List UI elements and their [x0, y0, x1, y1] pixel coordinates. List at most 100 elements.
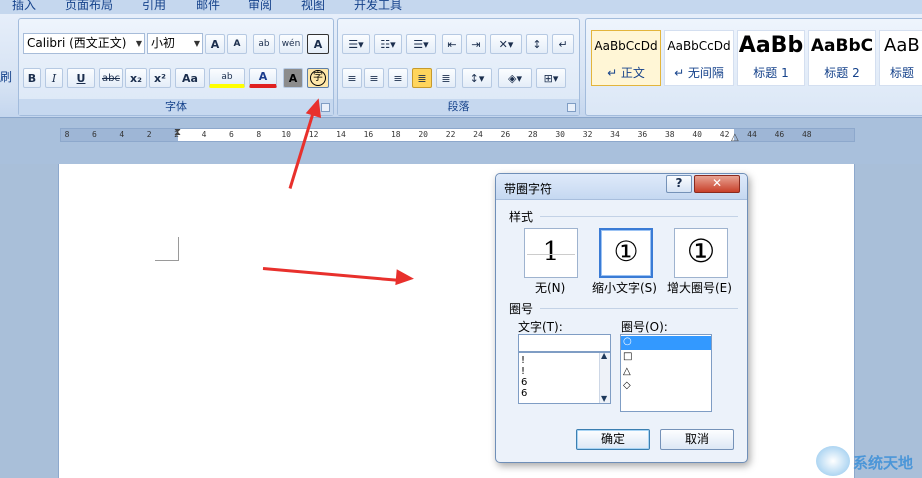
close-button[interactable]: ✕	[694, 175, 740, 193]
align-right-button[interactable]: ≡	[388, 68, 408, 88]
char-shading-button[interactable]: A	[283, 68, 303, 88]
shrink-font-button[interactable]: A	[227, 34, 247, 54]
style-heading-2[interactable]: AaBbC 标题 2	[808, 30, 876, 86]
horizontal-ruler[interactable]: 8 6 4 2 2 4 6 8 10 12 14 16 18 20 22 24 26 28 30 32 34 36 38 40…	[60, 127, 855, 143]
tab-review[interactable]: 审阅	[248, 0, 272, 13]
option-enlarge-preview[interactable]: ①	[674, 228, 728, 278]
ruler-tick-label: 44	[747, 130, 757, 139]
justify-button[interactable]: ≣	[412, 68, 432, 88]
bullets-button[interactable]: ☰▾	[342, 34, 370, 54]
list-item[interactable]: □	[623, 351, 632, 362]
change-case-button[interactable]: Aa	[175, 68, 205, 88]
style-heading-1[interactable]: AaBb 标题 1	[737, 30, 805, 86]
paragraph-dialog-launcher[interactable]	[567, 103, 576, 112]
tab-references[interactable]: 引用	[142, 0, 166, 13]
tab-view[interactable]: 视图	[301, 0, 325, 13]
list-item[interactable]: ◇	[623, 380, 631, 391]
ruler-tick-label: 20	[418, 130, 429, 139]
scrollbar[interactable]: ▲ ▼	[599, 351, 610, 403]
option-shrink-preview[interactable]: ①	[599, 228, 653, 278]
decrease-indent-button[interactable]: ⇤	[442, 34, 462, 54]
show-marks-button[interactable]: ↵	[552, 34, 574, 54]
help-button[interactable]: ?	[666, 175, 692, 193]
tab-developer[interactable]: 开发工具	[354, 0, 402, 13]
tab-mailings[interactable]: 邮件	[196, 0, 220, 13]
strikethrough-button[interactable]: abc	[99, 68, 123, 88]
style-normal[interactable]: AaBbCcDd ↵ 正文	[591, 30, 661, 86]
borders-button[interactable]: ⊞▾	[536, 68, 566, 88]
ruler-tick-label: 48	[801, 130, 812, 139]
ruler-tick-label: 36	[637, 130, 648, 139]
align-center-button[interactable]: ≡	[364, 68, 384, 88]
ribbon: 刷 Calibri (西文正文) ▼ 小初 ▼ A A ab wén A B I…	[0, 14, 922, 118]
style-section-label: 样式	[509, 210, 534, 224]
tab-page-layout[interactable]: 页面布局	[65, 0, 113, 13]
pilcrow-icon: ↵	[558, 37, 568, 51]
font-color-button[interactable]: A	[249, 68, 277, 88]
sort-icon: ↕	[532, 37, 542, 51]
superscript-button[interactable]: x²	[149, 68, 171, 88]
italic-button[interactable]: I	[45, 68, 63, 88]
pinyin-guide-button[interactable]: wén	[279, 34, 303, 54]
ruler-tick-label: 40	[692, 130, 703, 139]
enclose-characters-button[interactable]: 字	[307, 68, 329, 88]
baseline	[527, 254, 575, 255]
shading-button[interactable]: ◈▾	[498, 68, 532, 88]
right-indent-marker-icon[interactable]: △	[731, 132, 739, 143]
distributed-button[interactable]: ≣	[436, 68, 456, 88]
bullet-list-icon: ☰▾	[348, 37, 364, 51]
chinese-layout-button[interactable]: ✕▾	[490, 34, 522, 54]
underline-button[interactable]: U	[67, 68, 95, 88]
text-listbox[interactable]: ! ! 6 6 ▲ ▼	[518, 351, 611, 404]
ruler-tick-label: 46	[774, 130, 785, 139]
paragraph-group-label: 段落	[338, 99, 579, 115]
option-shrink-label[interactable]: 缩小文字(S)	[592, 279, 657, 296]
option-enlarge-label[interactable]: 增大圈号(E)	[667, 279, 732, 296]
scroll-down-icon[interactable]: ▼	[601, 394, 607, 403]
clear-format-button[interactable]: ab	[253, 34, 275, 54]
dialog-titlebar[interactable]: 带圈字符 ? ✕	[496, 174, 747, 200]
list-item[interactable]: 6	[521, 377, 527, 388]
text-input[interactable]	[518, 334, 611, 352]
ruler-tick-label: 30	[555, 130, 566, 139]
multilevel-list-button[interactable]: ☰▾	[406, 34, 436, 54]
ruler-tick-label: 8	[256, 130, 262, 139]
cancel-button[interactable]: 取消	[660, 429, 734, 450]
list-item-selected[interactable]: ○	[621, 336, 711, 350]
list-item[interactable]: △	[623, 366, 631, 377]
list-item[interactable]: 6	[521, 388, 527, 399]
align-left-button[interactable]: ≡	[342, 68, 362, 88]
scroll-up-icon[interactable]: ▲	[601, 351, 607, 360]
grow-font-button[interactable]: A	[205, 34, 225, 54]
option-none-preview[interactable]: 1	[524, 228, 578, 278]
subscript-button[interactable]: x₂	[125, 68, 147, 88]
distributed-icon: ≣	[441, 71, 451, 85]
list-item[interactable]: !	[521, 366, 525, 377]
increase-indent-button[interactable]: ⇥	[466, 34, 486, 54]
numbering-button[interactable]: ☷▾	[374, 34, 402, 54]
chinese-layout-icon: ✕▾	[498, 37, 514, 51]
line-spacing-button[interactable]: ↕▾	[462, 68, 492, 88]
sort-button[interactable]: ↕	[526, 34, 548, 54]
ruler-tick-label: 38	[664, 130, 675, 139]
format-painter-label[interactable]: 刷	[0, 68, 12, 85]
enclosure-listbox[interactable]: ○ □ △ ◇	[620, 334, 712, 412]
option-none-label[interactable]: 无(N)	[535, 279, 565, 296]
tab-insert[interactable]: 插入	[12, 0, 36, 13]
font-size-combo[interactable]: 小初 ▼	[147, 33, 203, 54]
list-item[interactable]: !	[521, 355, 525, 366]
highlight-button[interactable]: ab	[209, 68, 245, 88]
style-title[interactable]: AaB 标题	[879, 30, 922, 86]
indent-marker-icon[interactable]: ⧗	[174, 127, 181, 138]
style-no-spacing[interactable]: AaBbCcDd ↵ 无间隔	[664, 30, 734, 86]
ruler-tick-label: 26	[500, 130, 511, 139]
ruler-tick-label: 12	[308, 130, 319, 139]
ruler-tick-label: 4	[119, 130, 125, 139]
char-border-button[interactable]: A	[307, 34, 329, 54]
justify-icon: ≣	[417, 71, 427, 85]
ok-button[interactable]: 确定	[576, 429, 650, 450]
bold-button[interactable]: B	[23, 68, 41, 88]
styles-group: AaBbCcDd ↵ 正文 AaBbCcDd ↵ 无间隔 AaBb 标题 1 A…	[585, 18, 922, 116]
font-name-combo[interactable]: Calibri (西文正文) ▼	[23, 33, 145, 54]
annotation-arrowhead	[395, 269, 415, 287]
